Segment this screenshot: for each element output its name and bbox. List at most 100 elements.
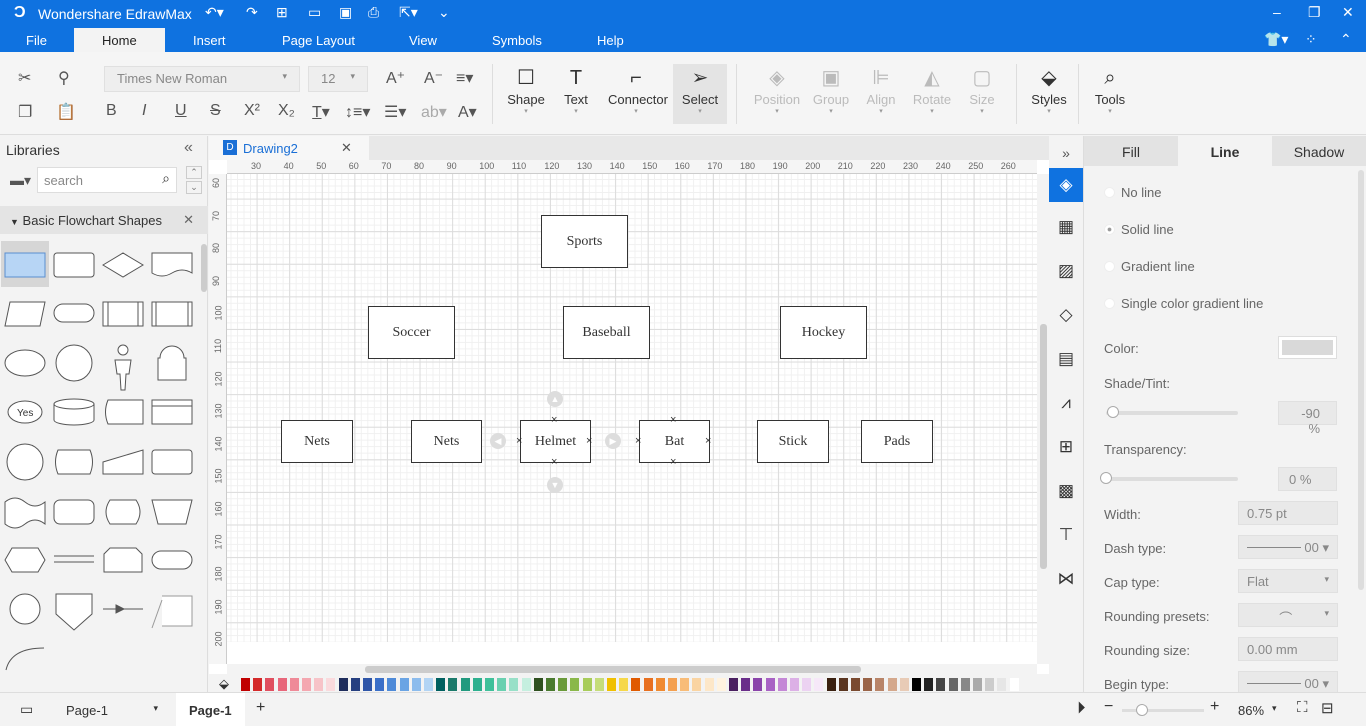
page-tab[interactable]: Page-1 <box>176 693 245 726</box>
tab-drawing2[interactable]: D Drawing2 ✕ <box>209 136 369 160</box>
color-swatch[interactable] <box>948 678 958 691</box>
fit-width-icon[interactable]: ⊟ <box>1321 699 1334 717</box>
blocks-icon[interactable]: ▩ <box>1049 474 1083 508</box>
layers-icon[interactable]: ◇ <box>1049 298 1083 332</box>
tools-button[interactable]: ⌕ Tools ▾ <box>1082 64 1138 115</box>
slider-knob[interactable] <box>1136 704 1148 716</box>
tab-line[interactable]: Line <box>1178 136 1272 166</box>
color-swatch[interactable] <box>704 678 714 691</box>
scroll-up-icon[interactable]: ⌃ <box>186 166 202 179</box>
play-icon[interactable]: ⏵ <box>1077 698 1086 718</box>
library-menu-icon[interactable]: ▬▾ <box>10 172 31 189</box>
undo-icon[interactable]: ↶▾ <box>205 4 224 21</box>
color-swatch[interactable] <box>594 678 604 691</box>
export-icon[interactable]: ⇱▾ <box>399 4 418 21</box>
color-swatch[interactable] <box>241 678 250 691</box>
page-icon[interactable]: ▤ <box>1049 342 1083 376</box>
increase-font-icon[interactable]: A⁺ <box>386 68 405 88</box>
shape-button[interactable]: ☐ Shape ▾ <box>498 64 554 115</box>
subscript-icon[interactable]: X₂ <box>278 102 295 120</box>
italic-icon[interactable]: I <box>142 102 146 120</box>
color-swatch[interactable] <box>655 678 665 691</box>
menu-file[interactable]: File <box>26 33 47 48</box>
zoom-out-icon[interactable]: − <box>1104 698 1113 716</box>
menu-help[interactable]: Help <box>597 33 624 48</box>
bold-icon[interactable]: B <box>106 102 117 120</box>
color-swatch[interactable] <box>716 678 726 691</box>
color-swatch[interactable] <box>777 678 787 691</box>
rotate-button[interactable]: ◭ Rotate ▾ <box>904 64 960 115</box>
color-swatch[interactable] <box>277 678 287 691</box>
connection-point-icon[interactable]: × <box>516 436 522 447</box>
color-swatch[interactable] <box>460 678 470 691</box>
copy-icon[interactable]: ❐ <box>18 102 32 122</box>
color-swatch[interactable] <box>631 678 641 691</box>
cap-type-select[interactable]: Flat ▾ <box>1238 569 1338 593</box>
underline-icon[interactable]: U <box>175 102 187 120</box>
color-swatch[interactable] <box>826 678 836 691</box>
color-swatch[interactable] <box>765 678 775 691</box>
mindmap-icon[interactable]: ⋈ <box>1049 562 1083 596</box>
color-swatch[interactable] <box>997 678 1007 691</box>
add-page-icon[interactable]: + <box>256 699 265 717</box>
dash-type-select[interactable]: 00 ▾ <box>1238 535 1338 559</box>
shape-sports[interactable]: Sports <box>541 215 628 268</box>
color-swatch[interactable] <box>960 678 970 691</box>
connection-point-icon[interactable]: × <box>670 415 676 426</box>
color-swatch[interactable] <box>643 678 653 691</box>
search-input[interactable]: search ⌕ <box>37 167 177 193</box>
color-swatch[interactable] <box>838 678 848 691</box>
color-swatch[interactable] <box>570 678 580 691</box>
line-color-button[interactable] <box>1278 336 1337 359</box>
format-painter-icon[interactable]: ⚲ <box>58 68 70 88</box>
quick-add-up-icon[interactable]: ▲ <box>547 391 563 407</box>
text-button[interactable]: T Text ▾ <box>548 64 604 115</box>
color-swatch[interactable] <box>289 678 299 691</box>
color-swatch[interactable] <box>1009 678 1019 691</box>
styles-button[interactable]: ⬙ Styles ▾ <box>1021 64 1077 115</box>
align-text-icon[interactable]: ≡▾ <box>456 68 473 88</box>
close-tab-icon[interactable]: ✕ <box>341 140 352 156</box>
quick-add-down-icon[interactable]: ▼ <box>547 477 563 493</box>
menu-symbols[interactable]: Symbols <box>492 33 542 48</box>
connection-point-icon[interactable]: × <box>586 436 592 447</box>
color-swatch[interactable] <box>350 678 360 691</box>
menu-page-layout[interactable]: Page Layout <box>282 33 355 48</box>
width-field[interactable]: 0.75 pt <box>1238 501 1338 525</box>
color-swatch[interactable] <box>533 678 543 691</box>
color-swatch[interactable] <box>802 678 812 691</box>
presentation-icon[interactable]: ⊤ <box>1049 518 1083 552</box>
page-panel-icon[interactable]: ▭ <box>20 701 33 718</box>
fill-bucket-icon[interactable]: ⬙ <box>219 676 229 692</box>
rounding-size-field[interactable]: 0.00 mm <box>1238 637 1338 661</box>
fullscreen-icon[interactable]: ⛶ <box>1297 699 1308 716</box>
shade-tint-slider[interactable] <box>1106 406 1238 418</box>
slider-knob[interactable] <box>1106 406 1119 418</box>
text-case-icon[interactable]: ab▾ <box>421 102 447 122</box>
fill-line-icon[interactable]: ◈ <box>1049 168 1083 202</box>
color-swatch[interactable] <box>375 678 385 691</box>
menu-home[interactable]: Home <box>74 28 165 52</box>
color-swatch[interactable] <box>924 678 934 691</box>
color-swatch[interactable] <box>875 678 885 691</box>
color-swatch[interactable] <box>326 678 336 691</box>
color-swatch[interactable] <box>265 678 275 691</box>
color-swatch[interactable] <box>814 678 824 691</box>
connection-point-icon[interactable]: × <box>551 415 557 426</box>
zoom-slider[interactable] <box>1122 704 1204 716</box>
connector-button[interactable]: ⌐ Connector ▾ <box>608 64 668 115</box>
shade-tint-field[interactable]: -90 % <box>1278 401 1337 436</box>
color-swatch[interactable] <box>582 678 592 691</box>
color-swatch[interactable] <box>973 678 982 691</box>
color-swatch[interactable] <box>338 678 348 691</box>
color-swatch[interactable] <box>509 678 519 691</box>
connection-point-icon[interactable]: × <box>705 436 711 447</box>
shape-nets[interactable]: Nets <box>411 420 482 463</box>
text-style-icon[interactable]: T̲▾ <box>312 102 330 122</box>
color-swatch[interactable] <box>302 678 311 691</box>
font-family-select[interactable]: Times New Roman ▾ <box>104 66 300 92</box>
connection-point-icon[interactable]: × <box>635 436 641 447</box>
group-button[interactable]: ▣ Group ▾ <box>803 64 859 115</box>
color-swatch[interactable] <box>729 678 738 691</box>
color-swatch[interactable] <box>472 678 482 691</box>
